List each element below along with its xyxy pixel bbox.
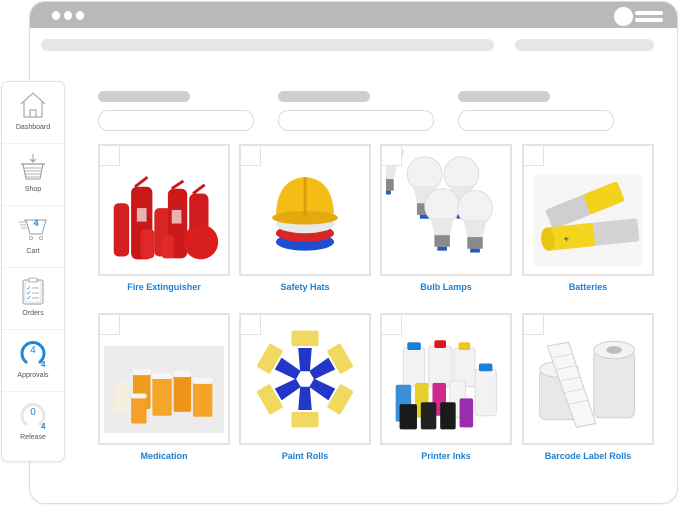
product-card[interactable]: Paint Rolls [239,313,371,461]
select-checkbox[interactable] [100,146,120,166]
page: Dashboard Shop 4 Cart Orders 4 4 Approva… [0,0,680,506]
paint-rolls-image [256,330,354,428]
product-image-frame [380,313,512,445]
sidebar-item-orders[interactable]: Orders [2,268,64,330]
product-image-frame [98,313,230,445]
printer-inks-image [395,340,497,430]
cart-badge: 4 [33,218,39,228]
sidebar-item-label: Shop [24,186,42,193]
filter-input[interactable] [278,110,434,131]
sidebar-item-label: Approvals [17,372,49,379]
sidebar-item-dashboard[interactable]: Dashboard [2,82,64,144]
filter-label-placeholder [458,91,550,102]
sidebar-item-cart[interactable]: 4 Cart [2,206,64,268]
filter-2 [278,91,434,131]
product-name[interactable]: Printer Inks [380,451,512,461]
window-dot-minimize[interactable] [64,11,72,20]
release-count: 0 [30,407,36,418]
product-image-frame [239,313,371,445]
sidebar-item-label: Release [20,434,46,441]
bulb-lamps-image [386,150,493,254]
window-dot-maximize[interactable] [76,11,84,20]
approvals-total: 4 [41,360,46,369]
product-card[interactable]: Bulb Lamps [380,144,512,292]
sidebar-item-label: Cart [26,248,40,255]
sidebar-item-label: Dashboard [15,124,51,131]
select-checkbox[interactable] [382,315,402,335]
filter-label-placeholder [278,91,370,102]
product-image-frame [522,313,654,445]
product-name[interactable]: Batteries [522,282,654,292]
clipboard-icon [22,277,44,305]
product-name[interactable]: Fire Extinguisher [98,282,230,292]
product-card[interactable]: Safety Hats [239,144,371,292]
product-card[interactable]: Barcode Label Rolls [522,313,654,461]
product-name[interactable]: Safety Hats [239,282,371,292]
basket-icon [21,154,45,180]
product-image-frame [239,144,371,276]
safety-hats-image [272,177,338,251]
select-checkbox[interactable] [241,315,261,335]
select-checkbox[interactable] [524,315,544,335]
window-dot-close[interactable] [52,11,60,20]
product-card[interactable]: Printer Inks [380,313,512,461]
filter-input[interactable] [98,110,254,131]
address-bar-placeholder[interactable] [41,39,494,51]
release-total: 4 [41,422,46,431]
filter-input[interactable] [458,110,614,131]
product-image-frame [98,144,230,276]
batteries-image: + [533,175,643,267]
sidebar-item-release[interactable]: 0 4 Release [2,392,64,454]
hamburger-menu-icon[interactable] [635,11,663,25]
product-name[interactable]: Barcode Label Rolls [522,451,654,461]
select-checkbox[interactable] [382,146,402,166]
barcode-label-rolls-image [539,340,635,428]
search-bar-placeholder[interactable] [515,39,654,51]
product-card[interactable]: + Batteries [522,144,654,292]
product-name[interactable]: Bulb Lamps [380,282,512,292]
product-image-frame: + [522,144,654,276]
sidebar-item-label: Orders [22,310,44,317]
approvals-count: 4 [30,345,36,356]
select-checkbox[interactable] [241,146,261,166]
filter-3 [458,91,614,131]
filter-1 [98,91,254,131]
user-avatar-icon[interactable] [614,7,633,26]
house-icon [20,92,46,118]
fire-extinguisher-image [113,175,219,260]
filter-label-placeholder [98,91,190,102]
product-name[interactable]: Paint Rolls [239,451,371,461]
title-bar [30,2,677,28]
product-card[interactable]: Medication [98,313,230,461]
sidebar-item-shop[interactable]: Shop [2,144,64,206]
sidebar-nav: Dashboard Shop 4 Cart Orders 4 4 Approva… [1,81,65,462]
product-image-frame [380,144,512,276]
window-controls [52,11,84,20]
select-checkbox[interactable] [100,315,120,335]
select-checkbox[interactable] [524,146,544,166]
medication-image [104,346,224,434]
product-card[interactable]: Fire Extinguisher [98,144,230,292]
sidebar-item-approvals[interactable]: 4 4 Approvals [2,330,64,392]
product-name[interactable]: Medication [98,451,230,461]
